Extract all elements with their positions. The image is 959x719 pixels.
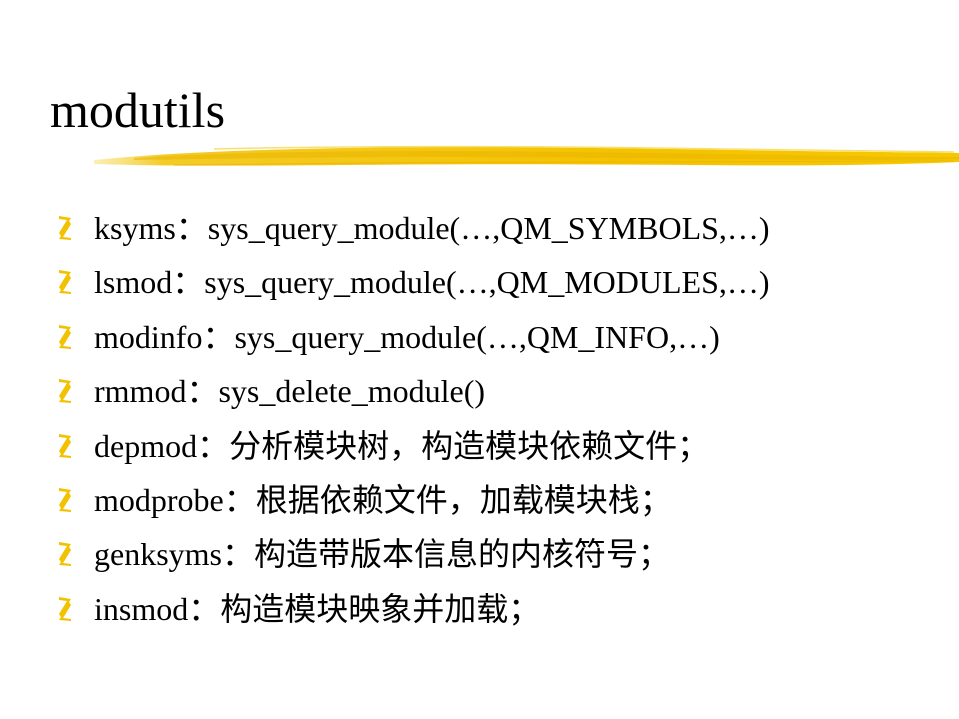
bullet-text: modinfo：sys_query_module(…,QM_INFO,…)	[94, 318, 720, 355]
bullet-text: genksyms：构造带版本信息的内核符号；	[94, 536, 671, 573]
slide: modutils ksyms：sys_query_module(…,QM_SYM…	[0, 0, 959, 719]
yellow-z-bullet-icon	[59, 596, 71, 621]
bullet-text: lsmod：sys_query_module(…,QM_MODULES,…)	[94, 264, 770, 301]
bullet-text: depmod：分析模块树，构造模块依赖文件；	[94, 427, 710, 464]
bullet-text: insmod：构造模块映象并加载；	[94, 590, 541, 627]
yellow-z-bullet-icon	[59, 487, 71, 512]
yellow-z-bullet-icon	[59, 324, 71, 349]
brush-stroke-underline	[94, 145, 959, 166]
yellow-z-bullet-icon	[59, 379, 71, 404]
yellow-z-bullet-icon	[59, 542, 71, 567]
slide-title: modutils	[50, 82, 226, 138]
bullet-text: rmmod：sys_delete_module()	[94, 373, 486, 410]
yellow-z-bullet-icon	[59, 270, 71, 295]
yellow-z-bullet-icon	[59, 216, 71, 240]
bullet-text: ksyms：sys_query_module(…,QM_SYMBOLS,…)	[94, 210, 770, 246]
yellow-z-bullet-icon	[59, 433, 71, 458]
bullet-text: modprobe：根据依赖文件，加载模块栈；	[94, 481, 672, 518]
